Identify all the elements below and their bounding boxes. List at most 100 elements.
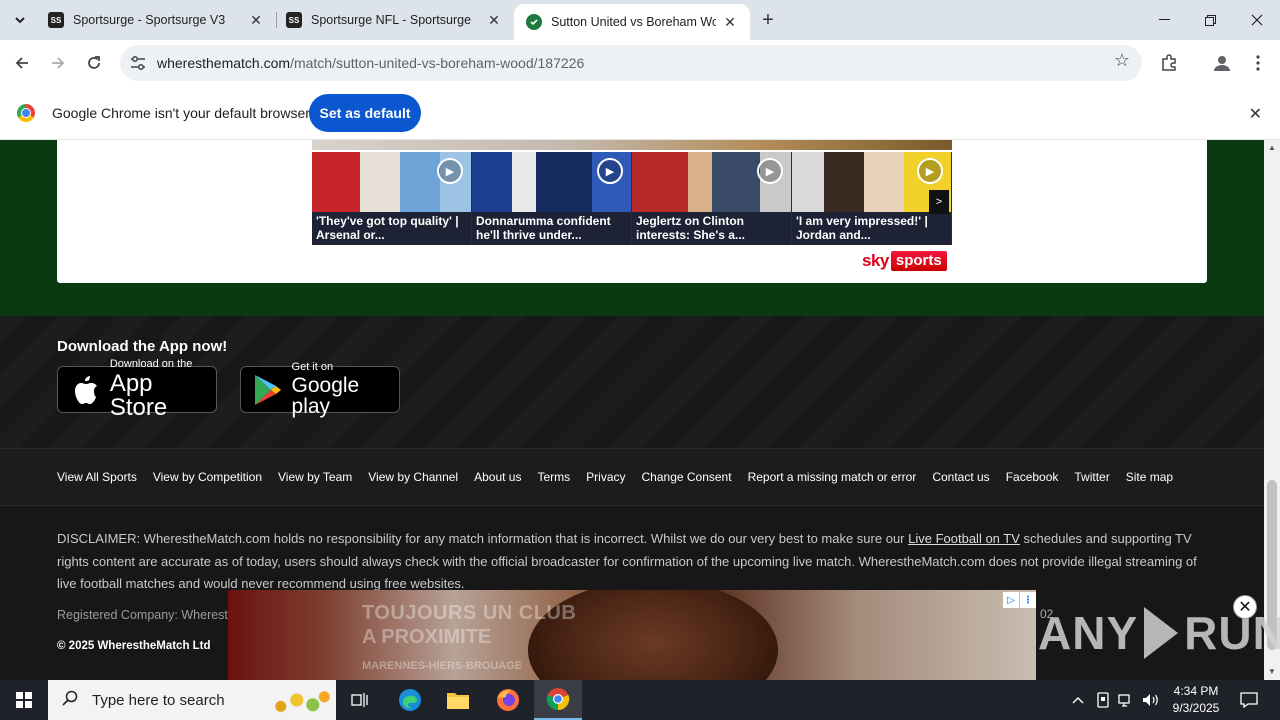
carousel-next-button[interactable]: > (929, 190, 949, 214)
apple-icon (68, 375, 104, 405)
close-tab-icon[interactable]: ✕ (248, 12, 264, 28)
video-thumbnail[interactable]: ▶ 'I am very impressed!' | Jordan and...… (792, 152, 952, 245)
footer-link[interactable]: View by Channel (368, 470, 458, 484)
taskbar-clock[interactable]: 4:34 PM 9/3/2025 (1164, 683, 1228, 717)
footer-link[interactable]: View All Sports (57, 470, 137, 484)
ad-location: MARENNES-HIERS-BROUAGE (362, 660, 523, 672)
tab-sutton-united[interactable]: Sutton United vs Boreham Woo ✕ (514, 4, 750, 40)
search-placeholder: Type here to search (92, 691, 225, 709)
notifications-icon[interactable] (1234, 680, 1264, 720)
close-infobar-icon[interactable]: ✕ (1249, 104, 1262, 124)
footer-link[interactable]: View by Team (278, 470, 352, 484)
video-thumbnail[interactable]: ▶ 'They've got top quality' | Arsenal or… (312, 152, 472, 245)
scroll-up-arrow-icon[interactable]: ▲ (1267, 143, 1277, 153)
new-tab-icon[interactable]: + (756, 8, 780, 32)
close-tab-icon[interactable]: ✕ (486, 12, 502, 28)
wheresthematch-favicon-icon (526, 14, 542, 30)
volume-icon[interactable] (1140, 680, 1162, 720)
start-button[interactable] (0, 680, 48, 720)
sky-sports-logo: sky sports (862, 251, 947, 271)
app-store-big-text: App Store (109, 370, 168, 421)
app-store-badge[interactable]: Download on the App Store (57, 359, 217, 420)
address-bar[interactable]: wheresthematch.com/match/sutton-united-v… (120, 45, 1142, 81)
footer-link[interactable]: Terms (537, 470, 570, 484)
show-hidden-icons-icon[interactable] (1068, 680, 1088, 720)
disclaimer-text: DISCLAIMER: WherestheMatch.com holds no … (57, 531, 1197, 591)
extensions-icon[interactable] (1155, 49, 1183, 77)
taskbar-search-box[interactable]: Type here to search (48, 680, 336, 720)
clock-time: 4:34 PM (1173, 684, 1219, 698)
video-caption: 'They've got top quality' | Arsenal or..… (316, 214, 459, 242)
video-thumbnail[interactable]: ▶ Donnarumma confident he'll thrive unde… (472, 152, 632, 245)
task-view-icon[interactable] (336, 680, 384, 720)
video-thumbnail[interactable]: ▶ Jeglertz on Clinton interests: She's a… (632, 152, 792, 245)
play-icon: ▶ (757, 158, 783, 184)
firefox-icon[interactable] (484, 680, 532, 720)
chrome-taskbar-icon[interactable] (534, 680, 582, 720)
set-as-default-button[interactable]: Set as default (309, 94, 421, 132)
close-tab-icon[interactable]: ✕ (722, 14, 738, 30)
google-play-big-text: Google play (291, 374, 360, 418)
adchoices-icon[interactable]: ▷ (1003, 592, 1019, 608)
play-icon: ▶ (437, 158, 463, 184)
bookmark-star-icon[interactable]: ☆ (1114, 50, 1130, 71)
file-explorer-icon[interactable] (434, 680, 482, 720)
tab-sportsurge-nfl[interactable]: SS Sportsurge NFL - Sportsurge ✕ (274, 0, 514, 40)
edge-icon[interactable] (386, 680, 434, 720)
google-play-small-text: Get it on (291, 361, 334, 373)
sportsurge-favicon-icon: SS (286, 12, 302, 28)
footer-links: View All Sports View by Competition View b… (57, 470, 1173, 484)
browser-toolbar: wheresthematch.com/match/sutton-united-v… (0, 40, 1280, 86)
ad-subheadline: A PROXIMITE (362, 626, 492, 648)
tab-title: Sutton United vs Boreham Woo (551, 15, 716, 29)
close-ad-button[interactable]: ✕ (1233, 595, 1257, 619)
url-path: /match/sutton-united-vs-boreham-wood/187… (290, 55, 585, 71)
footer-link[interactable]: Twitter (1074, 470, 1109, 484)
clock-date: 9/3/2025 (1172, 701, 1220, 715)
advertisement-banner[interactable]: TOUJOURS UN CLUB A PROXIMITE MARENNES-HI… (228, 590, 1036, 680)
reload-icon[interactable] (80, 49, 108, 77)
scroll-down-arrow-icon[interactable]: ▼ (1267, 667, 1277, 677)
copyright-text: © 2025 WherestheMatch Ltd (57, 640, 211, 652)
footer-link[interactable]: Privacy (586, 470, 625, 484)
tab-sportsurge-v3[interactable]: SS Sportsurge - Sportsurge V3 ✕ (36, 0, 276, 40)
footer-link[interactable]: About us (474, 470, 521, 484)
network-icon[interactable] (1116, 680, 1136, 720)
tab-search-button[interactable] (6, 6, 34, 34)
menu-kebab-icon[interactable] (1244, 49, 1272, 77)
close-window-icon[interactable] (1234, 0, 1280, 40)
footer-link[interactable]: Site map (1126, 470, 1173, 484)
tab-strip: SS Sportsurge - Sportsurge V3 ✕ SS Sport… (0, 0, 1280, 40)
live-football-link[interactable]: Live Football on TV (908, 531, 1020, 546)
video-caption: Donnarumma confident he'll thrive under.… (476, 214, 611, 242)
back-icon[interactable] (8, 49, 36, 77)
ad-options-icon[interactable]: ⋮ (1020, 592, 1036, 608)
profile-icon[interactable] (1208, 49, 1236, 77)
footer-link[interactable]: Facebook (1006, 470, 1059, 484)
restore-icon[interactable] (1187, 0, 1233, 40)
page-scrollbar[interactable]: ▲ ▼ (1264, 140, 1280, 680)
device-icon[interactable] (1093, 680, 1113, 720)
footer-link[interactable]: Change Consent (642, 470, 732, 484)
footer-link[interactable]: View by Competition (153, 470, 262, 484)
site-settings-icon[interactable] (124, 49, 152, 77)
default-browser-infobar: Google Chrome isn't your default browser… (0, 86, 1280, 140)
search-icon (62, 690, 78, 711)
app-download-section: Download the App now! Download on the Ap… (0, 316, 1264, 448)
video-caption: Jeglertz on Clinton interests: She's a..… (636, 214, 745, 242)
ad-headline: TOUJOURS UN CLUB (362, 602, 577, 624)
google-play-icon (251, 374, 286, 406)
video-player-bottom (312, 140, 952, 150)
forward-icon[interactable] (44, 49, 72, 77)
ad-choices[interactable]: ▷ ⋮ (1003, 592, 1036, 608)
chevron-down-icon (15, 17, 25, 24)
play-icon: ▶ (597, 158, 623, 184)
google-play-badge[interactable]: Get it on Google play (240, 362, 400, 417)
infobar-message: Google Chrome isn't your default browser (52, 105, 310, 121)
footer-link[interactable]: Report a missing match or error (748, 470, 917, 484)
footer-link[interactable]: Contact us (932, 470, 989, 484)
minimize-icon[interactable] (1141, 0, 1187, 40)
tab-title: Sportsurge - Sportsurge V3 (73, 13, 226, 27)
windows-logo-icon (16, 692, 32, 708)
registered-company-text: Registered Company: Wherest (57, 608, 228, 622)
